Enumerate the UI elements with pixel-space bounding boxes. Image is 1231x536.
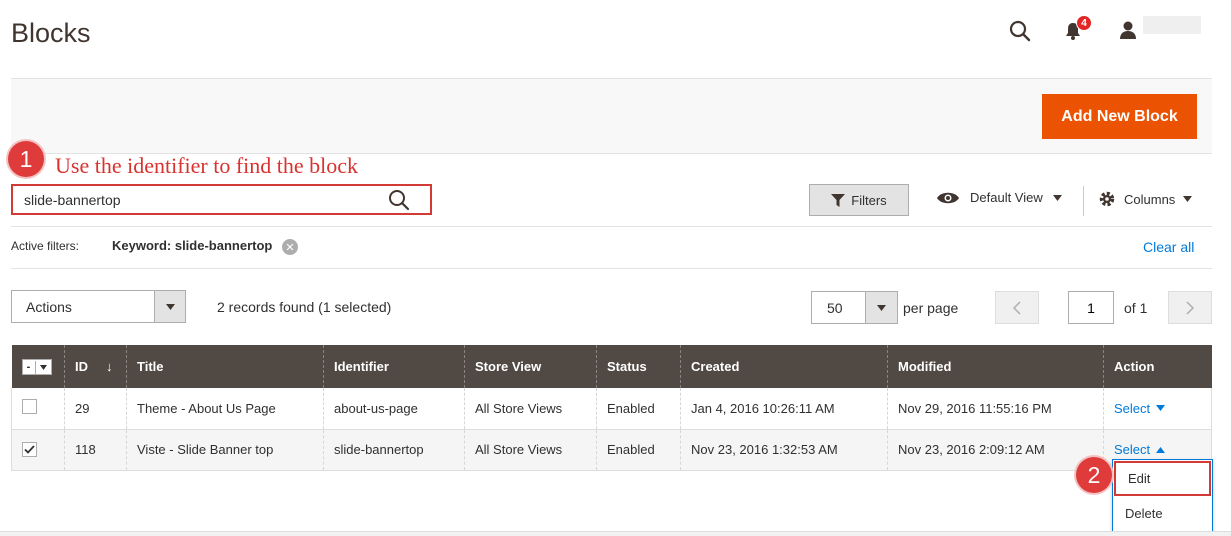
- cell-status: Enabled: [596, 429, 681, 471]
- caret-down-icon: [1156, 405, 1166, 412]
- page-size-value: 50: [827, 300, 843, 316]
- filters-button[interactable]: Filters: [809, 184, 909, 216]
- cell-id: 29: [64, 388, 127, 430]
- annotation-step-2-badge: 2: [1076, 457, 1112, 493]
- keyword-search-box: [11, 184, 432, 215]
- row-action-menu: Edit Delete: [1112, 459, 1213, 532]
- caret-down-icon: [1183, 196, 1193, 202]
- chevron-down-icon: [865, 292, 897, 323]
- caret-down-icon: [1052, 194, 1062, 201]
- previous-page-button[interactable]: [995, 291, 1039, 324]
- menu-item-edit[interactable]: Edit: [1114, 461, 1211, 496]
- column-header-modified[interactable]: Modified: [887, 345, 1104, 388]
- mass-select-header[interactable]: -: [11, 345, 65, 388]
- checkmark-icon: [24, 445, 35, 454]
- add-new-block-button[interactable]: Add New Block: [1042, 94, 1197, 139]
- column-header-identifier[interactable]: Identifier: [323, 345, 465, 388]
- chevron-down-icon: [154, 291, 185, 322]
- column-header-id[interactable]: ID ↓: [64, 345, 127, 388]
- user-account-icon[interactable]: [1117, 18, 1139, 42]
- cell-status: Enabled: [596, 388, 681, 430]
- page-size-select[interactable]: 50: [811, 291, 898, 324]
- sort-descending-icon: ↓: [106, 359, 113, 374]
- cell-store-view: All Store Views: [464, 388, 597, 430]
- cell-created: Jan 4, 2016 10:26:11 AM: [680, 388, 888, 430]
- chevron-right-icon: [1186, 300, 1194, 315]
- column-header-id-label: ID: [75, 359, 88, 374]
- table-row[interactable]: 29 Theme - About Us Page about-us-page A…: [11, 388, 1212, 430]
- keyword-search-input[interactable]: [13, 186, 383, 213]
- view-switcher[interactable]: Default View: [936, 190, 1062, 205]
- filters-label: Filters: [851, 192, 887, 208]
- per-page-label: per page: [903, 300, 959, 316]
- row-checkbox-checked[interactable]: [22, 442, 37, 457]
- total-pages-label: of 1: [1124, 300, 1148, 316]
- gear-icon: [1099, 191, 1115, 207]
- annotation-step-1-text: Use the identifier to find the block: [55, 153, 359, 178]
- columns-control[interactable]: Columns: [1098, 190, 1193, 208]
- cell-identifier: about-us-page: [323, 388, 465, 430]
- cell-action: Select: [1103, 388, 1212, 430]
- next-page-button[interactable]: [1168, 291, 1212, 324]
- divider: [11, 226, 1212, 227]
- view-label: Default View: [970, 190, 1043, 205]
- mass-actions-dropdown[interactable]: Actions: [11, 290, 186, 323]
- column-header-store-view[interactable]: Store View: [464, 345, 597, 388]
- column-header-status[interactable]: Status: [596, 345, 681, 388]
- page-footer-edge: [0, 531, 1231, 536]
- cell-created: Nov 23, 2016 1:32:53 AM: [680, 429, 888, 471]
- cell-id: 118: [64, 429, 127, 471]
- active-filters-label: Active filters:: [11, 239, 80, 253]
- mass-actions-label: Actions: [26, 299, 72, 315]
- column-header-created[interactable]: Created: [680, 345, 888, 388]
- row-select-cell: [11, 388, 65, 430]
- caret-up-icon: [1156, 446, 1166, 453]
- mass-select-control[interactable]: -: [21, 359, 52, 376]
- user-name-redacted[interactable]: [1143, 16, 1201, 34]
- menu-item-delete[interactable]: Delete: [1113, 496, 1212, 531]
- cell-modified: Nov 23, 2016 2:09:12 AM: [887, 429, 1104, 471]
- notifications-count-badge: 4: [1076, 15, 1092, 31]
- mass-select-indeterminate-icon: -: [23, 360, 36, 374]
- global-search-icon[interactable]: [1008, 19, 1032, 43]
- clear-all-filters-link[interactable]: Clear all: [1143, 239, 1194, 255]
- funnel-icon: [831, 193, 846, 207]
- page-title: Blocks: [11, 18, 91, 48]
- cell-identifier: slide-bannertop: [323, 429, 465, 471]
- row-action-select[interactable]: Select: [1114, 400, 1166, 416]
- toolbar-divider: [1083, 186, 1084, 216]
- columns-label: Columns: [1124, 191, 1176, 207]
- notifications-bell-icon[interactable]: 4: [1060, 15, 1092, 44]
- divider: [11, 268, 1212, 269]
- row-select-cell: [11, 429, 65, 471]
- column-header-action: Action: [1103, 345, 1212, 388]
- row-action-select[interactable]: Select: [1114, 442, 1166, 457]
- active-filter-keyword: Keyword: slide-bannertop: [112, 238, 273, 253]
- cell-store-view: All Store Views: [464, 429, 597, 471]
- current-page-input[interactable]: [1068, 291, 1114, 324]
- row-action-select-label: Select: [1114, 442, 1151, 457]
- annotation-step-1-badge: 1: [8, 141, 44, 177]
- row-action-select-label: Select: [1114, 400, 1151, 416]
- blocks-data-grid: - ID ↓ Title Identifier Store View Status…: [11, 345, 1212, 471]
- chevron-down-icon: [36, 364, 51, 370]
- column-header-title[interactable]: Title: [126, 345, 324, 388]
- remove-filter-icon[interactable]: ✕: [282, 239, 298, 255]
- cell-title: Theme - About Us Page: [126, 388, 324, 430]
- search-submit-icon[interactable]: [388, 189, 412, 213]
- page-actions-bar: [11, 78, 1212, 154]
- cell-title: Viste - Slide Banner top: [126, 429, 324, 471]
- eye-icon: [937, 192, 959, 203]
- cell-modified: Nov 29, 2016 11:55:16 PM: [887, 388, 1104, 430]
- records-found-count: 2 records found (1 selected): [217, 299, 392, 315]
- row-checkbox[interactable]: [22, 399, 37, 415]
- table-row[interactable]: 118 Viste - Slide Banner top slide-banne…: [11, 429, 1212, 471]
- chevron-left-icon: [1013, 300, 1021, 315]
